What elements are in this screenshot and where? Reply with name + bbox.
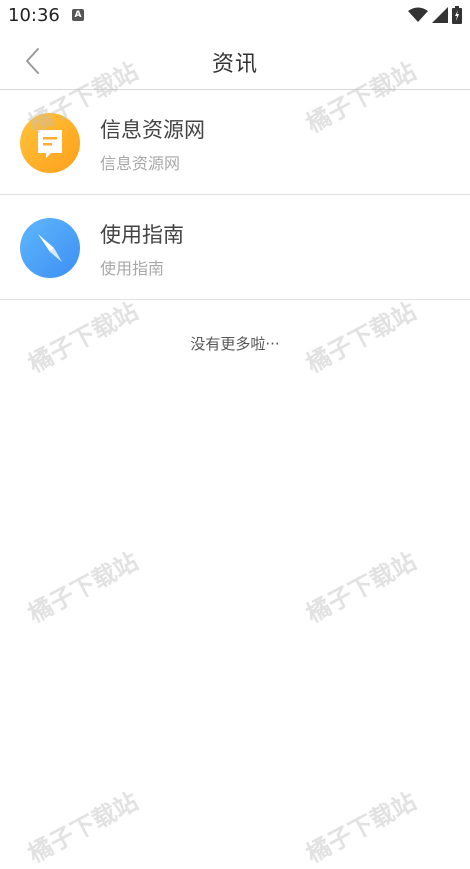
watermark: 橘子下载站 — [301, 787, 421, 869]
watermark: 橘子下载站 — [23, 547, 143, 629]
compass-icon — [20, 218, 80, 278]
watermark: 橘子下载站 — [301, 547, 421, 629]
news-list: 信息资源网 信息资源网 使用指南 使用指南 — [0, 90, 470, 300]
status-bar: 10:36 A — [0, 0, 470, 32]
signal-icon — [432, 7, 448, 23]
page-title: 资讯 — [211, 52, 258, 77]
item-title: 使用指南 — [100, 223, 184, 247]
list-item-user-guide[interactable]: 使用指南 使用指南 — [0, 195, 470, 300]
item-subtitle: 使用指南 — [100, 259, 165, 278]
item-subtitle: 信息资源网 — [100, 154, 181, 173]
app-header: 资讯 — [0, 32, 470, 90]
list-item-resource-site[interactable]: 信息资源网 信息资源网 — [0, 90, 470, 195]
status-time: 10:36 — [8, 5, 60, 26]
watermark: 橘子下载站 — [23, 787, 143, 869]
bookmark-note-icon — [20, 113, 80, 173]
notification-icon: A — [72, 9, 84, 21]
status-icons — [408, 6, 462, 24]
wifi-icon — [408, 7, 428, 22]
item-title: 信息资源网 — [100, 118, 205, 142]
no-more-text: 没有更多啦··· — [190, 335, 280, 353]
battery-icon — [452, 6, 462, 24]
